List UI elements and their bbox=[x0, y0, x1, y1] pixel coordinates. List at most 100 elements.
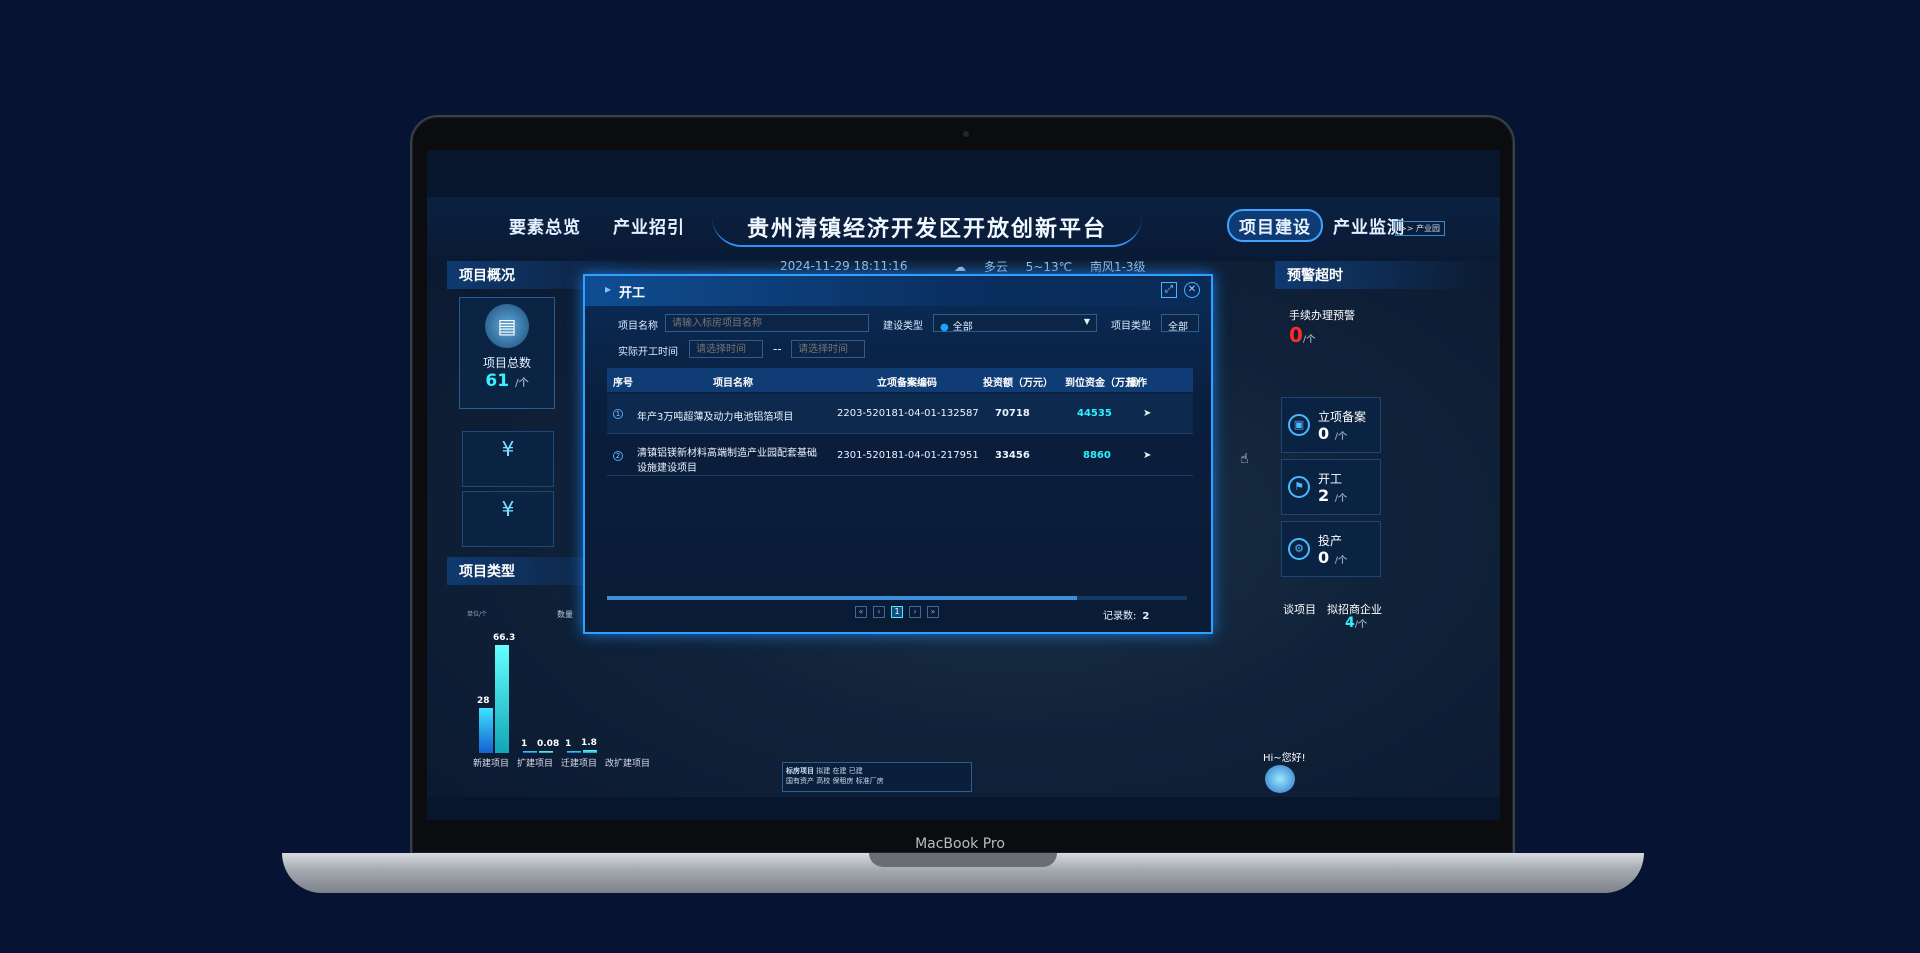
first-page-icon[interactable]: « bbox=[855, 606, 867, 618]
bottom-label-1: 谈项目 bbox=[1283, 603, 1316, 616]
next-page-icon[interactable]: › bbox=[909, 606, 921, 618]
stat-value: 0 /个 bbox=[1318, 424, 1348, 443]
build-type-value: 全部 bbox=[952, 322, 973, 333]
chart-bar bbox=[479, 707, 493, 753]
category-label: 新建项目 bbox=[473, 759, 510, 769]
chart-unit: 单位/个 bbox=[467, 611, 488, 618]
type-chart: 单位/个 数量 28 66.3 新建项目 1 0.08 扩建项目 1 1.8 迁建项目 改扩建项目 bbox=[467, 609, 657, 779]
mouse-cursor-icon: ☝ bbox=[1240, 451, 1249, 467]
industrial-park-toggle[interactable]: >> 产业园 bbox=[1395, 221, 1445, 236]
flag-icon: ⚑ bbox=[1288, 476, 1310, 498]
yen-icon: ¥ bbox=[462, 431, 554, 487]
assistant-robot-icon[interactable] bbox=[1265, 765, 1295, 793]
horizontal-scrollbar[interactable] bbox=[607, 596, 1187, 600]
cloud-icon: ☁ bbox=[954, 260, 966, 274]
funded-amount: 8860 bbox=[1083, 450, 1111, 461]
base-notch bbox=[869, 853, 1057, 867]
datetime: 2024-11-29 18:11:16 bbox=[780, 259, 908, 273]
stat-card[interactable]: ⚙ 投产 0 /个 bbox=[1281, 521, 1381, 577]
camera bbox=[963, 131, 969, 137]
document-icon: ▤ bbox=[485, 304, 529, 348]
table-row[interactable]: 1 年产3万吨超薄及动力电池铝箔项目 2203-520181-04-01-132… bbox=[607, 394, 1193, 434]
total-card: ▤ 项目总数 61 /个 bbox=[459, 297, 555, 409]
funded-amount: 44535 bbox=[1077, 408, 1112, 419]
name-label: 项目名称 bbox=[618, 321, 658, 332]
last-page-icon[interactable]: » bbox=[927, 606, 939, 618]
nav-project-construction[interactable]: 项目建设 bbox=[1227, 209, 1323, 242]
project-type-select[interactable]: 全部 bbox=[1161, 314, 1199, 333]
project-code: 2203-520181-04-01-132587 bbox=[837, 408, 979, 419]
category-label: 扩建项目 bbox=[517, 759, 554, 769]
row-number: 1 bbox=[613, 409, 623, 419]
chart-bar bbox=[539, 751, 553, 753]
col-header: 立项备案编码 bbox=[877, 378, 937, 389]
dot-icon: ● bbox=[940, 322, 949, 333]
start-time-input[interactable] bbox=[689, 340, 763, 358]
right-panel: 预警超时 手续办理预警 0/个 ▣ 立项备案 0 /个 ⚑ 开工 2 /个 ⚙ … bbox=[1275, 261, 1480, 781]
project-type-label: 项目类型 bbox=[1111, 321, 1151, 332]
modal-title: 开工 bbox=[619, 286, 646, 301]
stat-card[interactable]: ▣ 立项备案 0 /个 bbox=[1281, 397, 1381, 453]
project-name-input[interactable] bbox=[665, 314, 869, 332]
page-title: 贵州清镇经济开发区开放创新平台 bbox=[712, 205, 1142, 247]
legend-item: 标准厂房 bbox=[855, 777, 884, 785]
laptop-base bbox=[282, 853, 1644, 893]
send-icon[interactable]: ➤ bbox=[1143, 450, 1151, 461]
chart-legend: 数量 bbox=[557, 610, 573, 619]
table-header: 序号 项目名称 立项备案编码 投资额（万元） 到位资金（万元） 操作 bbox=[607, 368, 1193, 392]
scroll-thumb[interactable] bbox=[607, 596, 1077, 600]
time-separator: -- bbox=[773, 342, 782, 356]
invest-amount: 70718 bbox=[995, 408, 1030, 419]
modal-header: ▸ 开工 ⤢ ✕ bbox=[585, 276, 1211, 306]
chart-bar bbox=[567, 751, 581, 753]
prev-page-icon[interactable]: ‹ bbox=[873, 606, 885, 618]
nav-elements-overview[interactable]: 要素总览 bbox=[509, 213, 581, 238]
bar-value-label: 28 bbox=[477, 695, 490, 706]
close-icon[interactable]: ✕ bbox=[1184, 282, 1200, 298]
yen-icon: ¥ bbox=[462, 491, 554, 547]
bar-value-label: 1 bbox=[565, 739, 572, 749]
total-label: 项目总数 bbox=[482, 356, 531, 370]
col-header: 序号 bbox=[613, 378, 633, 389]
maximize-icon[interactable]: ⤢ bbox=[1161, 282, 1177, 298]
bar-value-label: 66.3 bbox=[493, 633, 516, 644]
top-bar: 要素总览 产业招引 贵州清镇经济开发区开放创新平台 项目建设 产业监测 >> 产… bbox=[427, 197, 1500, 274]
warning-value: 0/个 bbox=[1289, 323, 1316, 347]
invest-amount: 33456 bbox=[995, 450, 1030, 461]
chart-bar bbox=[523, 751, 537, 753]
chart-bar bbox=[583, 750, 597, 753]
col-header: 操作 bbox=[1127, 378, 1147, 389]
stat-card[interactable]: ⚑ 开工 2 /个 bbox=[1281, 459, 1381, 515]
doc-icon: ▣ bbox=[1288, 414, 1310, 436]
total-value: 61 /个 bbox=[485, 371, 529, 391]
record-count: 记录数: 2 bbox=[1103, 611, 1150, 622]
nav-industry-attraction[interactable]: 产业招引 bbox=[613, 213, 685, 238]
warning-label: 手续办理预警 bbox=[1289, 309, 1355, 322]
time-label: 实际开工时间 bbox=[618, 347, 678, 358]
row-number: 2 bbox=[613, 451, 623, 461]
stat-name: 投产 bbox=[1318, 534, 1343, 548]
weather-condition: 多云 bbox=[983, 260, 1008, 274]
page-current[interactable]: 1 bbox=[891, 606, 903, 618]
build-type-select[interactable]: ● 全部 ▼ bbox=[933, 314, 1097, 333]
project-name: 年产3万吨超薄及动力电池铝箔项目 bbox=[637, 412, 794, 423]
weather-temp: 5~13℃ bbox=[1025, 260, 1073, 274]
project-name: 清镇铝镁新材料高端制造产业园配套基础设施建设项目 bbox=[637, 448, 817, 474]
project-type-value: 全部 bbox=[1168, 322, 1188, 333]
table-row[interactable]: 2 清镇铝镁新材料高端制造产业园配套基础设施建设项目 2301-520181-0… bbox=[607, 436, 1193, 476]
col-header: 项目名称 bbox=[713, 378, 753, 389]
legend-item: 高校 bbox=[816, 777, 831, 785]
end-time-input[interactable] bbox=[791, 340, 865, 358]
warning-title: 预警超时 bbox=[1275, 261, 1480, 289]
build-type-label: 建设类型 bbox=[883, 321, 923, 332]
bar-value-label: 1 bbox=[521, 739, 528, 749]
map-legend: 标房项目 拟建 在建 已建 国有资产 高校 保租房 标准厂房 bbox=[782, 762, 972, 792]
legend-item: 保租房 bbox=[832, 777, 854, 785]
legend-item: 已建 bbox=[848, 767, 863, 775]
stat-value: 0 /个 bbox=[1318, 548, 1348, 567]
weather-wind: 南风1-3级 bbox=[1089, 260, 1146, 274]
device-label: MacBook Pro bbox=[915, 836, 1005, 852]
stat-name: 开工 bbox=[1318, 472, 1343, 486]
send-icon[interactable]: ➤ bbox=[1143, 408, 1151, 419]
bar-value-label: 1.8 bbox=[581, 738, 597, 749]
